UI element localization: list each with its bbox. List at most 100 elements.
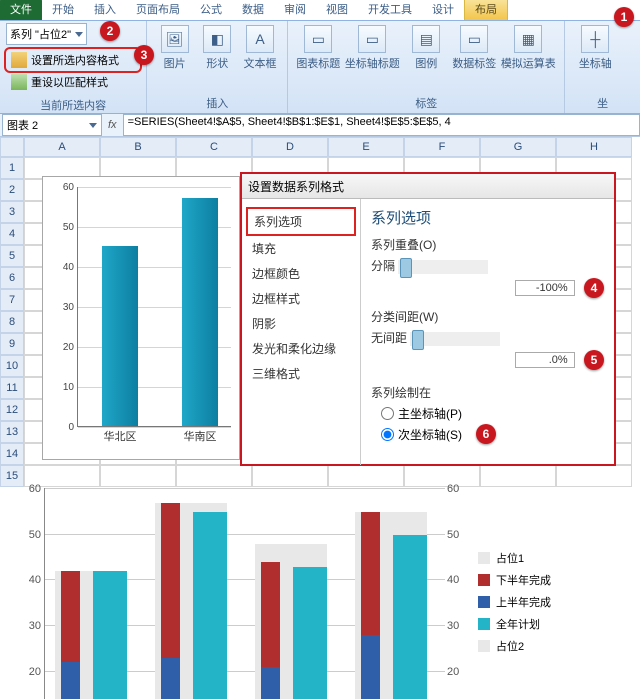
callout-1: 1	[614, 7, 634, 27]
datalabels-button[interactable]: ▭数据标签	[450, 23, 498, 73]
name-box-text: 图表 2	[7, 117, 38, 133]
reset-style-button[interactable]: 重设以匹配样式	[6, 71, 140, 93]
format-series-dialog: 设置数据系列格式 系列选项 填充 边框颜色 边框样式 阴影 发光和柔化边缘 三维…	[240, 172, 616, 466]
selection-combo-text: 系列 "占位2"	[10, 26, 71, 42]
row-header[interactable]: 8	[0, 311, 24, 333]
chart-bottom[interactable]: 20203030404050506060 占位1下半年完成上半年完成全年计划占位…	[8, 484, 632, 699]
chart-top[interactable]: 0102030405060华北区华南区	[42, 176, 240, 460]
charttitle-icon: ▭	[304, 25, 332, 53]
datatable-icon: ▦	[514, 25, 542, 53]
shape-icon: ◧	[203, 25, 231, 53]
bar[interactable]	[193, 512, 227, 699]
tab-insert[interactable]: 插入	[84, 0, 126, 20]
callout-5: 5	[584, 350, 604, 370]
col-header[interactable]: D	[252, 137, 328, 157]
selection-combo[interactable]: 系列 "占位2"	[6, 23, 87, 45]
col-header[interactable]: C	[176, 137, 252, 157]
col-header[interactable]: F	[404, 137, 480, 157]
fx-icon[interactable]: fx	[108, 119, 117, 131]
textbox-button[interactable]: A文本框	[239, 23, 282, 73]
row-header[interactable]: 14	[0, 443, 24, 465]
corner-cell[interactable]	[0, 137, 24, 157]
nav-border-style[interactable]: 边框样式	[246, 286, 356, 311]
row-header[interactable]: 10	[0, 355, 24, 377]
tab-view[interactable]: 视图	[316, 0, 358, 20]
reset-style-label: 重设以匹配样式	[31, 74, 108, 90]
row-header[interactable]: 5	[0, 245, 24, 267]
row-header[interactable]: 1	[0, 157, 24, 179]
bar[interactable]	[102, 246, 138, 426]
tab-formula[interactable]: 公式	[190, 0, 232, 20]
bar[interactable]	[261, 667, 280, 699]
tab-pagelayout[interactable]: 页面布局	[126, 0, 190, 20]
textbox-icon: A	[246, 25, 274, 53]
picture-button[interactable]: 🖼图片	[153, 23, 196, 73]
nav-series-options[interactable]: 系列选项	[246, 207, 356, 236]
bar[interactable]	[393, 535, 427, 699]
shape-button[interactable]: ◧形状	[196, 23, 239, 73]
row-header[interactable]: 9	[0, 333, 24, 355]
row-header[interactable]: 6	[0, 267, 24, 289]
col-header[interactable]: E	[328, 137, 404, 157]
col-header[interactable]: A	[24, 137, 100, 157]
axes-icon: ┼	[581, 25, 609, 53]
bar[interactable]	[293, 567, 327, 699]
tab-dev[interactable]: 开发工具	[358, 0, 422, 20]
nav-3d[interactable]: 三维格式	[246, 361, 356, 386]
legend-button[interactable]: ▤图例	[402, 23, 450, 73]
nav-border-color[interactable]: 边框颜色	[246, 261, 356, 286]
tab-chartlayout[interactable]: 布局	[464, 0, 508, 20]
legend-item: 全年计划	[478, 616, 551, 632]
axes-button[interactable]: ┼坐标轴	[571, 23, 619, 73]
col-header[interactable]: G	[480, 137, 556, 157]
ribbon-tabs: 文件 开始 插入 页面布局 公式 数据 审阅 视图 开发工具 设计 布局	[0, 0, 640, 21]
bar[interactable]	[161, 503, 180, 658]
row-header[interactable]: 11	[0, 377, 24, 399]
nav-shadow[interactable]: 阴影	[246, 311, 356, 336]
format-selection-label: 设置所选内容格式	[31, 52, 119, 68]
group-insert-label: 插入	[153, 95, 281, 111]
callout-6: 6	[476, 424, 496, 444]
charttitle-button[interactable]: ▭图表标题	[294, 23, 342, 73]
bar[interactable]	[261, 562, 280, 667]
gap-left-label: 无间距	[371, 331, 407, 345]
tab-design[interactable]: 设计	[422, 0, 464, 20]
nav-glow[interactable]: 发光和柔化边缘	[246, 336, 356, 361]
row-header[interactable]: 13	[0, 421, 24, 443]
group-selection-label: 当前所选内容	[6, 97, 140, 113]
axistitle-button[interactable]: ▭坐标轴标题	[342, 23, 402, 73]
reset-icon	[11, 74, 27, 90]
datatable-button[interactable]: ▦模拟运算表	[498, 23, 558, 73]
bar[interactable]	[161, 658, 180, 699]
bar[interactable]	[361, 512, 380, 635]
tab-file[interactable]: 文件	[0, 0, 42, 20]
gap-value[interactable]: .0%	[515, 352, 575, 368]
tab-home[interactable]: 开始	[42, 0, 84, 20]
overlap-value[interactable]: -100%	[515, 280, 575, 296]
formula-input[interactable]: =SERIES(Sheet4!$A$5, Sheet4!$B$1:$E$1, S…	[123, 114, 640, 136]
col-header[interactable]: H	[556, 137, 632, 157]
gap-label: 分类间距(W)	[371, 308, 604, 325]
gap-slider[interactable]	[410, 332, 500, 346]
bar[interactable]	[61, 662, 80, 699]
tab-data[interactable]: 数据	[232, 0, 274, 20]
radio-secondary-axis[interactable]: 次坐标轴(S) 6	[381, 424, 604, 444]
tab-review[interactable]: 审阅	[274, 0, 316, 20]
nav-fill[interactable]: 填充	[246, 236, 356, 261]
row-header[interactable]: 3	[0, 201, 24, 223]
bar[interactable]	[93, 571, 127, 699]
bar[interactable]	[182, 198, 218, 426]
overlap-slider[interactable]	[398, 260, 488, 274]
row-header[interactable]: 7	[0, 289, 24, 311]
format-selection-button[interactable]: 设置所选内容格式	[6, 49, 140, 71]
bar[interactable]	[361, 635, 380, 699]
col-header[interactable]: B	[100, 137, 176, 157]
legend-icon: ▤	[412, 25, 440, 53]
radio-primary-axis[interactable]: 主坐标轴(P)	[381, 405, 604, 422]
name-box[interactable]: 图表 2	[2, 114, 102, 136]
chevron-down-icon	[75, 32, 83, 37]
row-header[interactable]: 2	[0, 179, 24, 201]
row-header[interactable]: 4	[0, 223, 24, 245]
row-header[interactable]: 12	[0, 399, 24, 421]
bar[interactable]	[61, 571, 80, 662]
